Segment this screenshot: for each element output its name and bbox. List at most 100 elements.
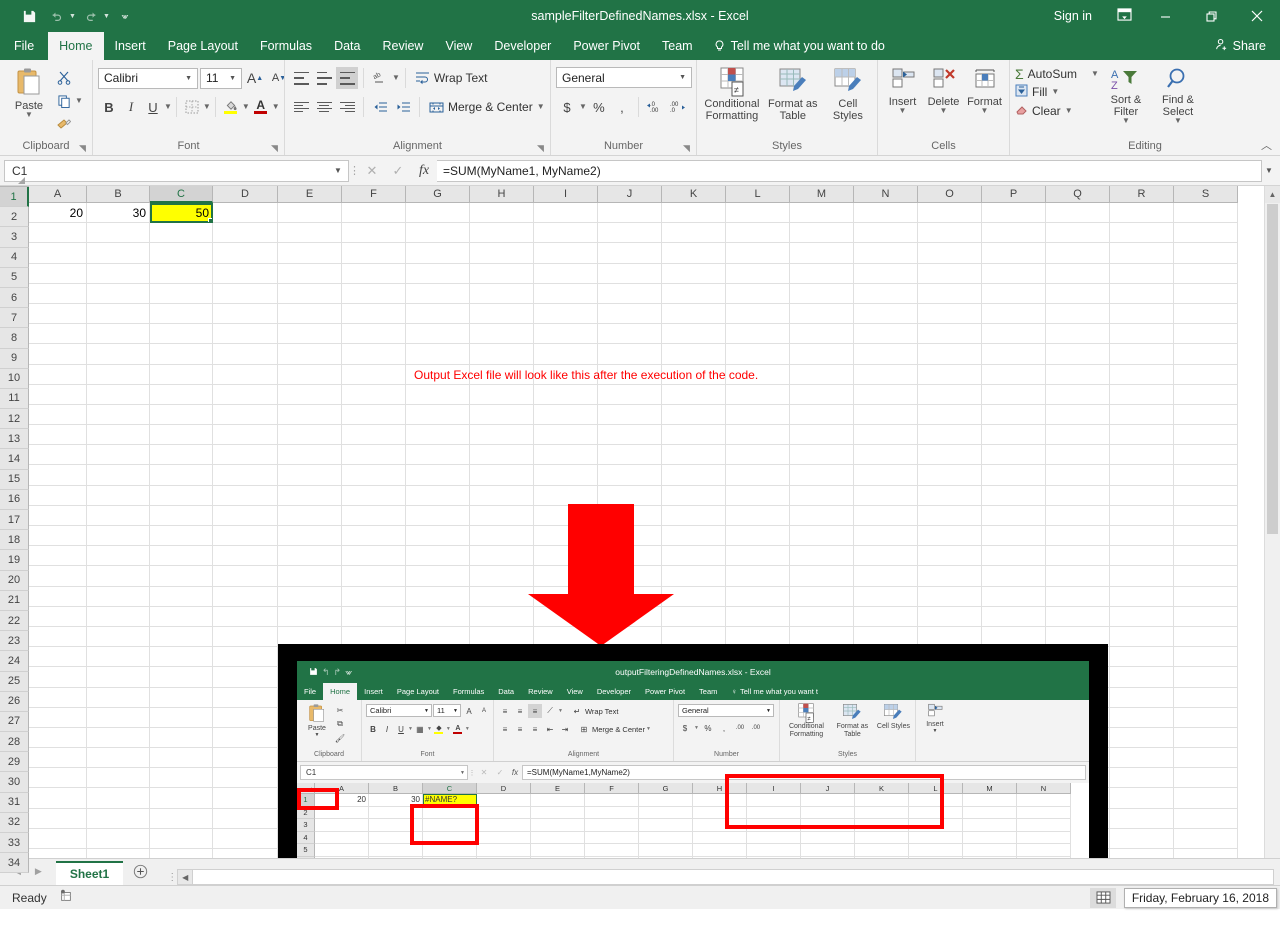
cell-N20[interactable] <box>854 587 918 607</box>
column-header-E[interactable]: E <box>278 186 342 203</box>
cell-A6[interactable] <box>29 304 87 324</box>
tab-review[interactable]: Review <box>371 32 434 60</box>
cell-N17[interactable] <box>854 526 918 546</box>
cell-L13[interactable] <box>726 445 790 465</box>
embedded-cell-H6[interactable] <box>693 857 747 859</box>
embedded-column-header-C[interactable]: C <box>423 783 477 794</box>
cell-P2[interactable] <box>982 223 1046 243</box>
cell-B7[interactable] <box>87 324 150 344</box>
format-painter-icon[interactable] <box>53 113 75 135</box>
cell-S18[interactable] <box>1174 546 1238 566</box>
embedded-cell-G4[interactable] <box>639 832 693 845</box>
embedded-cell-B4[interactable] <box>369 832 423 845</box>
delete-cells-dropdown-icon[interactable]: ▼ <box>940 108 948 114</box>
cell-S5[interactable] <box>1174 284 1238 304</box>
underline-dropdown-icon[interactable]: ▼ <box>164 104 172 110</box>
alignment-dialog-launcher[interactable]: ◥ <box>536 144 545 153</box>
embedded-cell-M3[interactable] <box>963 819 1017 832</box>
embedded-row-header-1[interactable]: 1 <box>297 794 315 807</box>
column-header-G[interactable]: G <box>406 186 470 203</box>
embedded-cell-N3[interactable] <box>1017 819 1071 832</box>
cell-R16[interactable] <box>1110 506 1174 526</box>
cell-B25[interactable] <box>87 688 150 708</box>
decrease-indent-icon[interactable] <box>369 96 391 118</box>
normal-view-icon[interactable] <box>1090 888 1116 908</box>
align-right-icon[interactable]: ≡ <box>528 722 542 736</box>
embedded-cell-K4[interactable] <box>855 832 909 845</box>
sheet-tab-sheet1[interactable]: Sheet1 <box>56 861 123 885</box>
embedded-cell-B2[interactable] <box>369 807 423 820</box>
cell-H19[interactable] <box>470 566 534 586</box>
cell-D31[interactable] <box>213 809 278 829</box>
cell-F16[interactable] <box>342 506 406 526</box>
embedded-row-header-4[interactable]: 4 <box>297 832 315 845</box>
cell-R9[interactable] <box>1110 365 1174 385</box>
embedded-cell-G3[interactable] <box>639 819 693 832</box>
cell-J2[interactable] <box>598 223 662 243</box>
embedded-cell-J1[interactable] <box>801 794 855 807</box>
cell-C13[interactable] <box>150 445 213 465</box>
clipboard-dialog-launcher[interactable]: ◥ <box>78 144 87 153</box>
cell-F9[interactable] <box>342 365 406 385</box>
cell-N21[interactable] <box>854 607 918 627</box>
cell-B1[interactable]: 30 <box>87 203 150 223</box>
cell-N15[interactable] <box>854 486 918 506</box>
cell-P10[interactable] <box>982 385 1046 405</box>
cell-A1[interactable]: 20 <box>29 203 87 223</box>
cell-O3[interactable] <box>918 243 982 263</box>
cell-C12[interactable] <box>150 425 213 445</box>
cell-L4[interactable] <box>726 264 790 284</box>
embedded-column-header-E[interactable]: E <box>531 783 585 794</box>
cell-G3[interactable] <box>406 243 470 263</box>
embedded-cell-E1[interactable] <box>531 794 585 807</box>
cell-C27[interactable] <box>150 728 213 748</box>
embedded-cell-C1[interactable]: #NAME? <box>423 794 477 807</box>
cell-B22[interactable] <box>87 627 150 647</box>
embedded-cell-C3[interactable] <box>423 819 477 832</box>
cell-H11[interactable] <box>470 405 534 425</box>
cell-F15[interactable] <box>342 486 406 506</box>
cell-Q9[interactable] <box>1046 365 1110 385</box>
align-middle-icon[interactable]: ≡ <box>513 704 527 718</box>
cell-E1[interactable] <box>278 203 342 223</box>
row-header-12[interactable]: 12 <box>0 409 29 429</box>
cell-S30[interactable] <box>1174 788 1238 808</box>
cell-A14[interactable] <box>29 465 87 485</box>
cell-A23[interactable] <box>29 647 87 667</box>
cell-H21[interactable] <box>470 607 534 627</box>
embedded-cell-K6[interactable] <box>855 857 909 859</box>
cell-A2[interactable] <box>29 223 87 243</box>
cell-L18[interactable] <box>726 546 790 566</box>
cell-I15[interactable] <box>534 486 598 506</box>
cell-D17[interactable] <box>213 526 278 546</box>
cell-G5[interactable] <box>406 284 470 304</box>
cell-C10[interactable] <box>150 385 213 405</box>
cell-C11[interactable] <box>150 405 213 425</box>
cell-D4[interactable] <box>213 264 278 284</box>
embedded-cell-I1[interactable] <box>747 794 801 807</box>
cell-D9[interactable] <box>213 365 278 385</box>
cell-B11[interactable] <box>87 405 150 425</box>
autosum-button[interactable]: Σ AutoSum ▼ <box>1015 67 1099 81</box>
scroll-up-icon[interactable]: ▲ <box>1265 186 1280 203</box>
cell-B19[interactable] <box>87 566 150 586</box>
cell-C17[interactable] <box>150 526 213 546</box>
percent-format-button[interactable]: % <box>588 96 610 118</box>
cell-D32[interactable] <box>213 829 278 849</box>
cell-B24[interactable] <box>87 667 150 687</box>
cell-O5[interactable] <box>918 284 982 304</box>
embedded-tab-file[interactable]: File <box>297 683 323 700</box>
grow-font-icon[interactable]: A▲ <box>244 67 266 89</box>
number-format-select[interactable]: General ▼ <box>556 67 692 88</box>
embedded-paste-button[interactable]: Paste ▼ <box>301 703 333 738</box>
redo-dropdown-icon[interactable]: ▼ <box>103 13 110 20</box>
cell-S6[interactable] <box>1174 304 1238 324</box>
embedded-cell-D2[interactable] <box>477 807 531 820</box>
cell-D33[interactable] <box>213 849 278 858</box>
cell-C32[interactable] <box>150 829 213 849</box>
cell-Q6[interactable] <box>1046 304 1110 324</box>
cell-B23[interactable] <box>87 647 150 667</box>
format-painter-icon[interactable]: 🖌 <box>333 731 347 745</box>
horizontal-scrollbar[interactable] <box>193 869 1274 885</box>
cell-O15[interactable] <box>918 486 982 506</box>
